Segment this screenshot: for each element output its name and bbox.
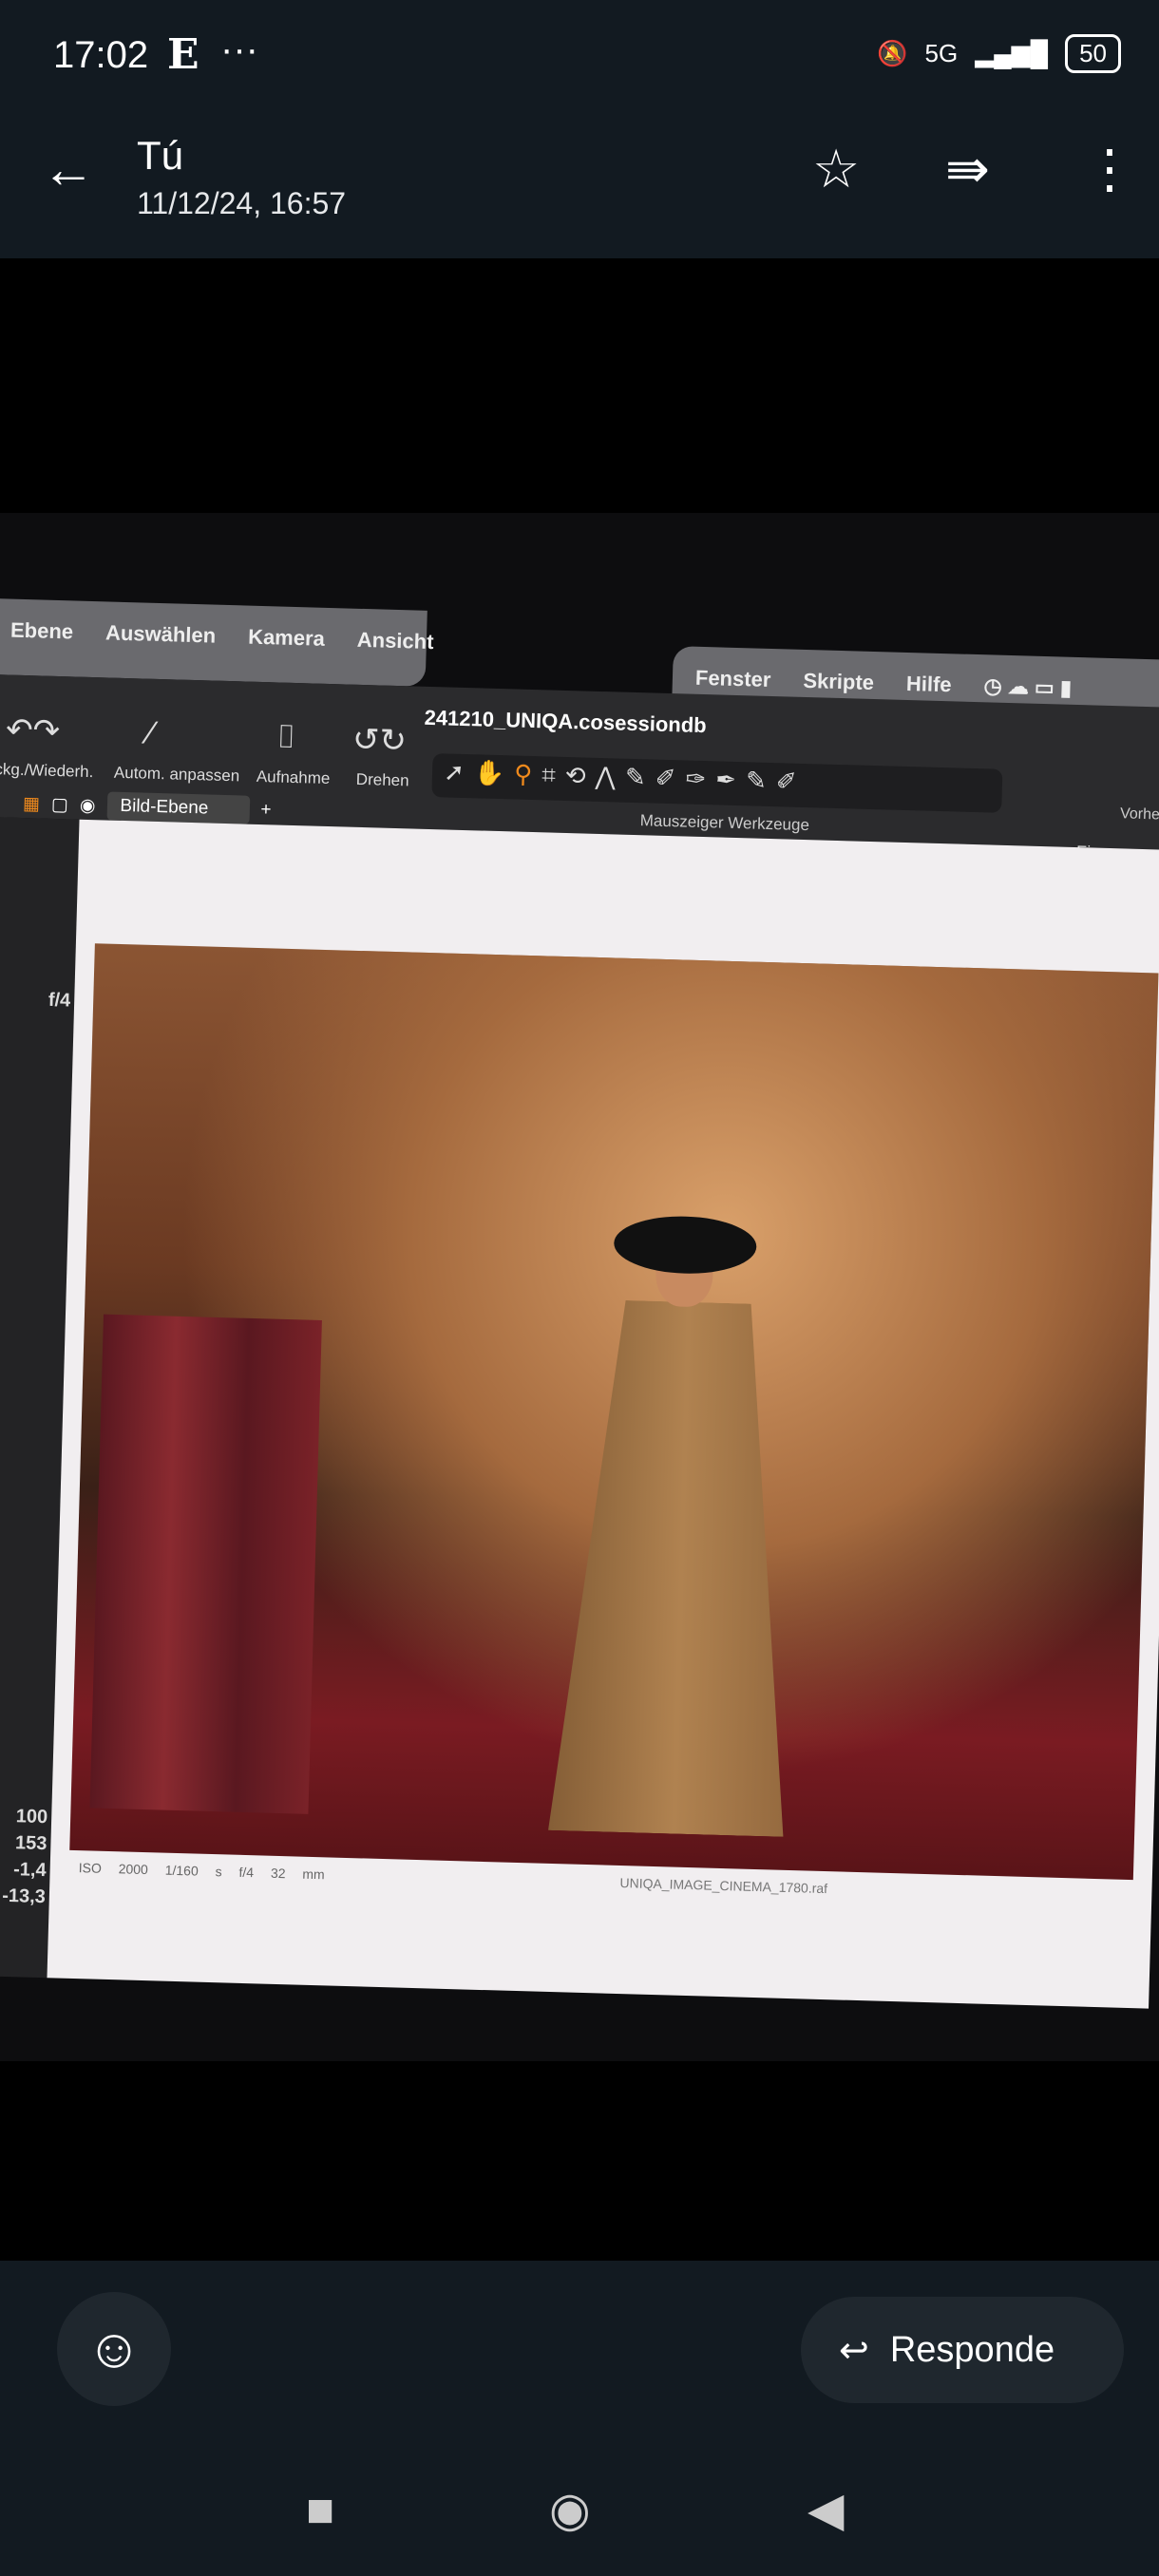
reply-icon: ↩ [839, 2330, 869, 2371]
network-label: 5G [924, 39, 959, 67]
single-view-icon: ▢ [50, 794, 69, 815]
curtain [89, 1314, 322, 1814]
coat [517, 1297, 846, 1838]
top-bar: 17:02 E ··· 🔕 5G ▂▄▆█ 50 ← Tú 11/12/24, … [0, 0, 1159, 258]
app-notification-icon: E [167, 30, 200, 79]
forward-icon[interactable]: ⇛ [945, 142, 990, 196]
add-icon: + [260, 800, 272, 821]
star-icon[interactable]: ☆ [812, 142, 860, 196]
menu-ebene: Ebene [10, 617, 74, 644]
reply-button[interactable]: ↩ Responde [801, 2297, 1124, 2403]
reply-label: Responde [889, 2329, 1055, 2370]
image-canvas: ISO 2000 1/160 s f/4 32 mm UNIQA_IMAGE_C… [47, 819, 1159, 2009]
panel-value: -1,4 [12, 1859, 47, 1882]
capture-label: Aufnahme [256, 767, 331, 788]
preview-label: Vorhe [1119, 805, 1159, 824]
menu-bar-left: Ebene Auswählen Kamera Ansicht [0, 598, 434, 687]
undo-redo-icon: ↶↷ [5, 711, 61, 750]
more-vert-icon[interactable]: ⋮ [1083, 142, 1136, 196]
photo-viewer[interactable]: Ebene Auswählen Kamera Ansicht Fenster S… [0, 513, 1159, 2061]
camera-icon: ⌷ [276, 718, 296, 756]
cinema-photo [69, 943, 1159, 1881]
status-icons: 🔕 5G ▂▄▆█ 50 [877, 34, 1121, 73]
signal-icon: ▂▄▆█ [975, 39, 1049, 67]
file-name: UNIQA_IMAGE_CINEMA_1780.raf [619, 1875, 828, 1897]
undo-label: ückg./Wiederh. [0, 759, 94, 782]
menu-kamera: Kamera [247, 624, 326, 651]
more-notifications-icon: ··· [220, 28, 258, 70]
battery-icon: 50 [1065, 34, 1121, 73]
back-nav-icon[interactable]: ◀ [808, 2481, 844, 2538]
recents-nav-icon[interactable]: ■ [306, 2481, 334, 2538]
status-time: 17:02 [53, 34, 149, 76]
hat [613, 1214, 758, 1276]
auto-adjust-label: Autom. anpassen [113, 763, 240, 786]
aperture-label: f/4 [48, 989, 71, 1012]
menu-auswaehlen: Auswählen [104, 620, 217, 648]
monitor-screen: Ebene Auswählen Kamera Ansicht Fenster S… [0, 598, 1159, 2009]
back-arrow-icon[interactable]: ← [42, 142, 95, 196]
grid-icon: ▦ [22, 793, 41, 815]
bell-muted-icon: 🔕 [877, 39, 908, 67]
panel-value: 153 [14, 1832, 48, 1855]
menu-ansicht: Ansicht [356, 627, 434, 654]
rotate-icon: ↺↻ [352, 721, 408, 760]
exif-info: ISO 2000 1/160 s f/4 32 mm [78, 1860, 325, 1883]
eye-icon: ◉ [79, 795, 96, 816]
emoji-icon: ☺ [86, 2318, 142, 2379]
panel-value: 100 [15, 1806, 48, 1828]
magic-wand-icon: ⁄ [147, 714, 155, 751]
rotate-label: Drehen [355, 769, 409, 790]
layer-select: Bild-Ebene [106, 791, 250, 824]
home-nav-icon[interactable]: ◉ [549, 2481, 591, 2538]
panel-value: -13,3 [1, 1885, 47, 1908]
add-reaction-button[interactable]: ☺ [57, 2292, 171, 2406]
message-date: 11/12/24, 16:57 [137, 186, 347, 220]
sender-name: Tú [137, 133, 184, 178]
